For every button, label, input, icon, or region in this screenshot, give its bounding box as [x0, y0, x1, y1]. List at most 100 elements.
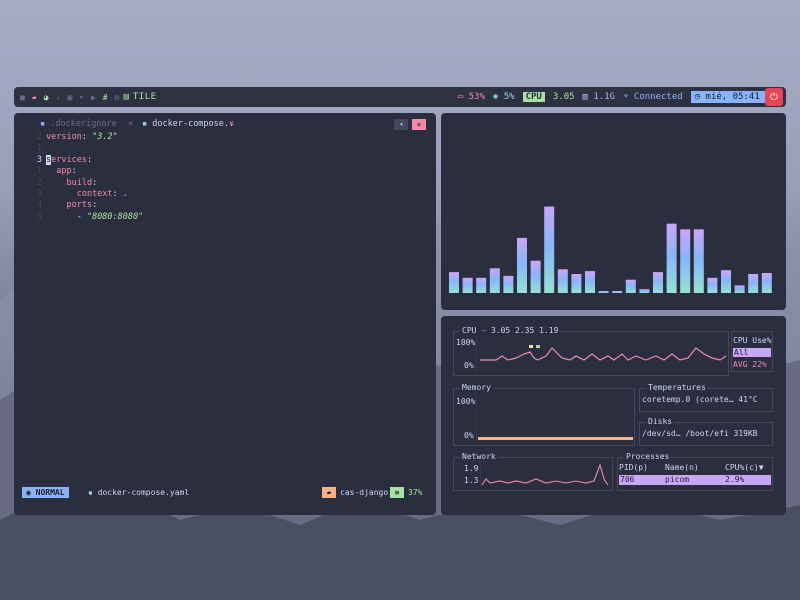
- visualizer-bar: [476, 277, 487, 293]
- visualizer-bar: [503, 275, 514, 293]
- steam-icon[interactable]: ◕: [44, 93, 49, 102]
- processes-box: Processes PID(p) Name(n) CPU%(c)▼ 706 pi…: [617, 452, 773, 491]
- close-icon[interactable]: ✕: [412, 119, 426, 130]
- visualizer-bar: [748, 274, 759, 293]
- line-number: 2: [36, 177, 42, 188]
- visualizer-bar: [707, 277, 718, 293]
- battery-value: 53%: [468, 92, 485, 102]
- disks-box: Disks /dev/sd… /boot/efi 319KB: [639, 417, 773, 446]
- mode-label: NORMAL: [35, 488, 65, 497]
- file-icon: ▪: [40, 119, 51, 129]
- line-number: 3: [36, 188, 42, 199]
- process-row[interactable]: 706 picom 2.9%: [619, 475, 771, 485]
- folder-icon[interactable]: ▰: [32, 93, 37, 102]
- memory-indicator: ▥ 1.1G: [582, 92, 616, 102]
- split-icon[interactable]: ◂: [394, 119, 408, 130]
- tab-label: docker-compose..: [152, 119, 235, 129]
- memory-axis-min: 0%: [464, 431, 474, 440]
- network-indicator[interactable]: ⌔ Connected: [623, 92, 683, 102]
- disk-row: /dev/sd… /boot/efi 319KB: [642, 429, 758, 438]
- tab-docker-compose[interactable]: ▪ docker-compose..: [142, 119, 234, 129]
- visualizer-bar: [449, 272, 459, 293]
- visualizer-bar: [612, 291, 623, 293]
- cpu-box-title: CPU — 3.05 2.35 1.19: [460, 326, 561, 336]
- cpu-column[interactable]: CPU%(c)▼: [725, 463, 764, 472]
- battery-indicator: ▭ 53%: [457, 92, 485, 102]
- disks-title: Disks: [646, 417, 675, 427]
- visualizer-bar: [639, 289, 650, 293]
- code-line: 1: [14, 143, 436, 154]
- file-icon: ▪: [142, 119, 153, 129]
- memory-box: Memory 100% 0%: [453, 383, 635, 446]
- process-name: picom: [665, 475, 690, 484]
- terminal-icon[interactable]: ■: [20, 93, 25, 102]
- code-line: 3 context: .: [14, 189, 436, 200]
- filename-text: docker-compose.yaml: [97, 488, 190, 497]
- tab-close-button[interactable]: ×: [229, 119, 234, 129]
- network-box: Network 1.9 1.3: [453, 452, 613, 491]
- editor-window: ▪ .dockerignore × ▪ docker-compose.. × ◂…: [14, 113, 436, 515]
- tab-bar: ▪ .dockerignore × ▪ docker-compose.. × ◂…: [14, 119, 436, 133]
- visualizer-bar: [585, 271, 595, 293]
- status-filename: ▪ docker-compose.yaml: [88, 487, 189, 498]
- memory-axis-max: 100%: [456, 397, 476, 406]
- mode-badge: ◉ NORMAL: [22, 487, 69, 498]
- code-text: context: .: [46, 188, 128, 199]
- visualizer-bar: [462, 277, 473, 293]
- image-icon[interactable]: ▣: [67, 93, 72, 102]
- code-line: 5 - "8080:8080": [14, 212, 436, 223]
- line-number: 1: [36, 143, 42, 154]
- name-column[interactable]: Name(n): [665, 463, 699, 472]
- cpu-use-box: CPU Use% All AVG 22%: [731, 331, 773, 372]
- download-icon[interactable]: ⇩: [55, 93, 60, 102]
- code-text: - "8080:8080": [46, 211, 144, 222]
- line-number: 1: [36, 166, 42, 177]
- youtube-icon[interactable]: ▶: [91, 93, 96, 102]
- code-area[interactable]: 2 version: "3.2" 1 3 services: 1 app: 2 …: [14, 132, 436, 223]
- visualizer-bar: [625, 279, 636, 293]
- visualizer-bar: [680, 229, 691, 293]
- visualizer-bar: [653, 272, 663, 293]
- status-line: ◉ NORMAL ▪ docker-compose.yaml ▰ cas-dja…: [22, 487, 428, 498]
- code-line: 2 version: "3.2": [14, 132, 436, 143]
- code-line: 1 app:: [14, 166, 436, 177]
- settings-icon[interactable]: ⚙: [115, 93, 120, 102]
- code-line: 3 services:: [14, 154, 436, 166]
- slack-icon[interactable]: #: [103, 93, 108, 102]
- power-button[interactable]: ⏻: [765, 88, 783, 106]
- line-number: 4: [36, 200, 42, 211]
- layout-label[interactable]: TILE: [133, 92, 157, 102]
- brightness-value: 5%: [503, 92, 515, 102]
- power-icon: ⏻: [770, 91, 778, 103]
- cpu-tag: CPU: [522, 92, 545, 102]
- code-text: build:: [46, 177, 98, 188]
- temperatures-box: Temperatures coretemp.0 (corete… 41°C: [639, 383, 773, 412]
- brightness-indicator[interactable]: ✺ 5%: [493, 92, 515, 102]
- visualizer-bar: [598, 291, 609, 293]
- position-icon: ≡: [390, 487, 404, 498]
- cpu-value: 3.05: [552, 92, 575, 102]
- visualizer-bar: [544, 206, 555, 293]
- temperature-row: coretemp.0 (corete… 41°C: [642, 395, 758, 404]
- visualizer-bar: [557, 269, 568, 293]
- code-line: 4 ports:: [14, 200, 436, 211]
- telegram-icon[interactable]: ➤: [79, 93, 84, 102]
- line-number: 5: [36, 211, 42, 222]
- visualizer-bar: [571, 274, 582, 293]
- tab-close-button[interactable]: ×: [128, 119, 133, 129]
- code-text: version: "3.2": [46, 132, 118, 142]
- tab-dockerignore[interactable]: ▪ .dockerignore: [40, 119, 117, 129]
- system-monitor-window: CPU — 3.05 2.35 1.19 100% 0% CPU Use% Al…: [441, 316, 786, 515]
- cpu-use-selected[interactable]: All: [733, 348, 771, 357]
- pid-column[interactable]: PID(p): [619, 463, 648, 472]
- visualizer-bar: [721, 270, 731, 293]
- line-number: 2: [36, 132, 42, 142]
- cpu-graph: [476, 336, 727, 372]
- layout-icon: ▤: [123, 92, 129, 102]
- visualizer-window: [441, 113, 786, 310]
- scroll-percent: 37%: [408, 488, 423, 497]
- visualizer-bars: [449, 206, 772, 293]
- memory-graph: [476, 392, 633, 442]
- code-text: ports:: [46, 200, 98, 211]
- project-name: cas-django: [340, 488, 389, 497]
